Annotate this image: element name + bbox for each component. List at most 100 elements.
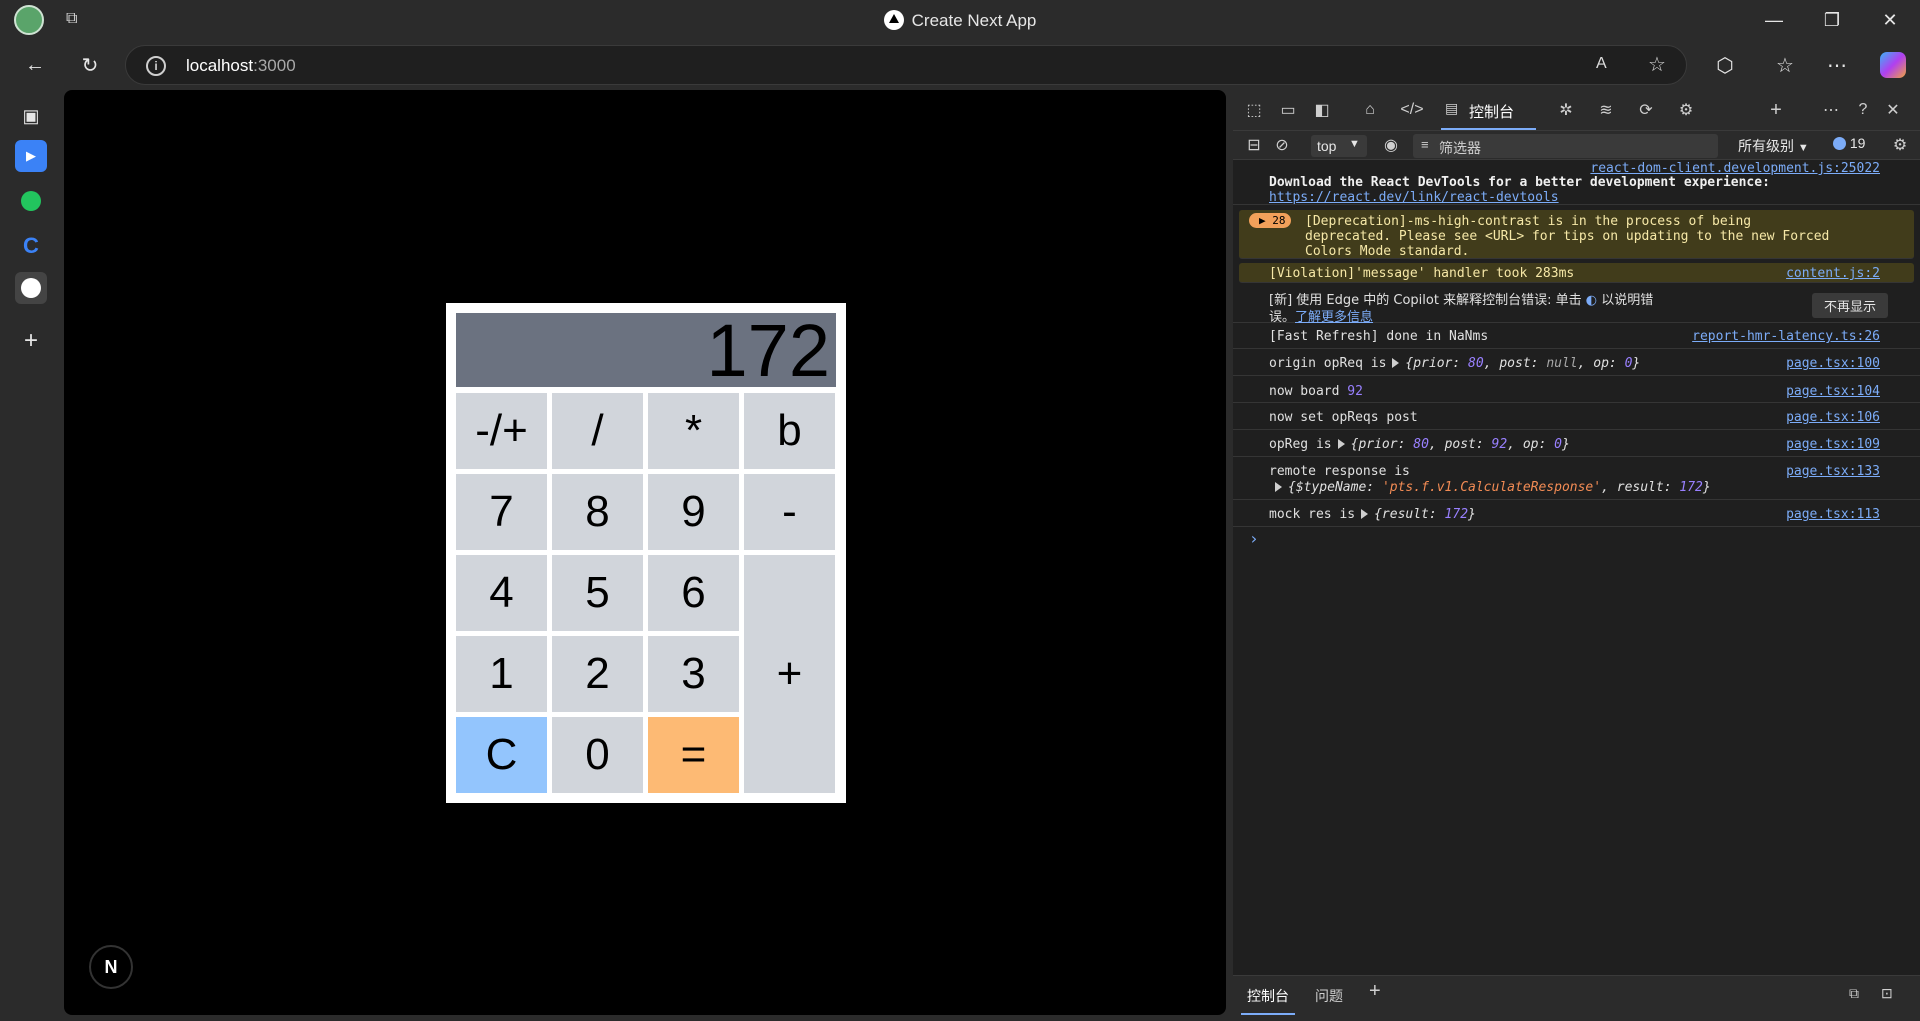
- source-link[interactable]: page.tsx:109: [1786, 437, 1880, 452]
- key-1[interactable]: 1: [456, 636, 547, 712]
- address-bar[interactable]: i localhost:3000 A ☆: [125, 45, 1687, 85]
- sidebar-app-video-icon[interactable]: ▶: [15, 140, 47, 172]
- extensions-icon[interactable]: ⬡: [1710, 50, 1740, 80]
- performance-icon[interactable]: ⟳: [1633, 98, 1659, 122]
- chevron-down-icon: ▼: [1797, 142, 1809, 154]
- tab-actions-icon[interactable]: ▣: [15, 100, 47, 132]
- message-object: {$typeName: 'pts.f.v1.CalculateResponse'…: [1275, 480, 1711, 495]
- prompt-chevron-icon: ›: [1249, 529, 1259, 548]
- console-log: react-dom-client.development.js:25022 Do…: [1233, 161, 1920, 971]
- inspect-element-icon[interactable]: ⬚: [1241, 98, 1267, 122]
- drawer-tab-issues[interactable]: 问题: [1315, 986, 1343, 1006]
- expand-triangle-icon[interactable]: [1337, 439, 1345, 449]
- context-select[interactable]: top ▼: [1311, 135, 1367, 157]
- close-devtools-icon[interactable]: ✕: [1880, 98, 1906, 122]
- key-multiply[interactable]: *: [648, 393, 739, 469]
- source-link[interactable]: content.js:2: [1786, 266, 1880, 281]
- source-link[interactable]: page.tsx:100: [1786, 356, 1880, 371]
- react-devtools-link[interactable]: https://react.dev/link/react-devtools: [1269, 190, 1559, 205]
- key-backspace[interactable]: b: [744, 393, 835, 469]
- message-text: origin opReq is {prior: 80, post: null, o…: [1269, 356, 1641, 371]
- key-clear[interactable]: C: [456, 717, 547, 793]
- sidebar-add-icon[interactable]: +: [15, 325, 47, 357]
- filter-input[interactable]: ≡ 筛选器: [1413, 134, 1718, 158]
- nextjs-dev-badge[interactable]: N: [89, 945, 133, 989]
- dock-side-icon[interactable]: ◧: [1309, 98, 1335, 122]
- source-link[interactable]: page.tsx:104: [1786, 384, 1880, 399]
- quick-view-icon[interactable]: ⧉: [1849, 985, 1859, 1002]
- message-text: now set opReqs post: [1269, 410, 1418, 425]
- log-levels-select[interactable]: 所有级别 ▼: [1738, 136, 1809, 156]
- close-window-button[interactable]: ✕: [1862, 0, 1918, 40]
- console-prompt[interactable]: ›: [1249, 529, 1909, 549]
- favorites-icon[interactable]: ☆: [1770, 50, 1800, 80]
- issues-counter[interactable]: 19: [1833, 135, 1865, 151]
- more-menu-icon[interactable]: ⋯: [1822, 50, 1852, 80]
- key-plus[interactable]: +: [744, 555, 835, 793]
- more-tools-icon[interactable]: ⋯: [1818, 98, 1844, 122]
- source-link[interactable]: react-dom-client.development.js:25022: [1590, 161, 1880, 176]
- key-divide[interactable]: /: [552, 393, 643, 469]
- console-warning: ▶ 28 [Deprecation]-ms-high-contrast is i…: [1239, 210, 1914, 259]
- help-icon[interactable]: ?: [1850, 98, 1876, 122]
- console-message: remote response is {$typeName: 'pts.f.v1…: [1233, 460, 1920, 500]
- warning-text-1: [Deprecation]-ms-high-contrast is in the…: [1305, 214, 1752, 229]
- sidebar-app-nextjs-icon[interactable]: [15, 272, 47, 304]
- back-icon[interactable]: ←: [20, 50, 50, 80]
- network-wifi-icon[interactable]: ≋: [1593, 98, 1619, 122]
- key-6[interactable]: 6: [648, 555, 739, 631]
- drawer-tab-console[interactable]: 控制台: [1241, 976, 1295, 1015]
- url-text[interactable]: localhost:3000: [186, 56, 296, 76]
- key-3[interactable]: 3: [648, 636, 739, 712]
- site-info-icon[interactable]: i: [146, 56, 166, 76]
- drawer-add-tab-icon[interactable]: +: [1369, 980, 1381, 1003]
- source-link[interactable]: page.tsx:106: [1786, 410, 1880, 425]
- message-text: mock res is {result: 172}: [1269, 507, 1476, 522]
- learn-more-link[interactable]: 了解更多信息: [1295, 310, 1373, 325]
- welcome-home-icon[interactable]: ⌂: [1357, 98, 1383, 122]
- favorite-star-icon[interactable]: ☆: [1648, 52, 1666, 77]
- key-equals[interactable]: =: [648, 717, 739, 793]
- device-emulation-icon[interactable]: ▭: [1275, 98, 1301, 122]
- restore-button[interactable]: ❐: [1804, 0, 1860, 40]
- chevron-down-icon: ▼: [1349, 138, 1360, 150]
- source-link[interactable]: report-hmr-latency.ts:26: [1692, 329, 1880, 344]
- clear-console-icon[interactable]: ⊘: [1269, 133, 1295, 157]
- key-7[interactable]: 7: [456, 474, 547, 550]
- copilot-icon[interactable]: [1880, 52, 1906, 78]
- settings-gear-chip-icon[interactable]: ⚙: [1673, 98, 1699, 122]
- minimize-button[interactable]: —: [1746, 0, 1802, 40]
- sidebar-toggle-icon[interactable]: ⊟: [1241, 133, 1267, 157]
- key-5[interactable]: 5: [552, 555, 643, 631]
- key-4[interactable]: 4: [456, 555, 547, 631]
- sidebar-app-green-icon[interactable]: [15, 185, 47, 217]
- live-expression-eye-icon[interactable]: ◉: [1378, 133, 1404, 157]
- add-tab-icon[interactable]: +: [1763, 98, 1789, 122]
- copilot-small-icon: ◐: [1585, 293, 1598, 308]
- tab-console[interactable]: ▤ 控制台: [1441, 90, 1536, 130]
- key-9[interactable]: 9: [648, 474, 739, 550]
- console-message: [Fast Refresh] done in NaNms report-hmr-…: [1233, 325, 1920, 349]
- key-0[interactable]: 0: [552, 717, 643, 793]
- source-link[interactable]: page.tsx:113: [1786, 507, 1880, 522]
- console-message: opReg is {prior: 80, post: 92, op: 0} pag…: [1233, 433, 1920, 457]
- key-8[interactable]: 8: [552, 474, 643, 550]
- undock-drawer-icon[interactable]: ⊡: [1881, 985, 1893, 1002]
- key-negate[interactable]: -/+: [456, 393, 547, 469]
- page-viewport: 172 -/+ / * b 7 8 9 - 4 5 6 + 1 2 3 C 0 …: [64, 90, 1226, 1015]
- sidebar-app-c-icon[interactable]: C: [15, 230, 47, 262]
- key-minus[interactable]: -: [744, 474, 835, 550]
- expand-triangle-icon[interactable]: [1275, 482, 1282, 492]
- sources-bug-icon[interactable]: ✲: [1553, 98, 1579, 122]
- refresh-icon[interactable]: ↻: [75, 50, 105, 80]
- console-settings-gear-icon[interactable]: ⚙: [1887, 133, 1913, 157]
- browser-sidebar: ▣ ▶ C +: [0, 90, 62, 1021]
- elements-tab-icon[interactable]: </>: [1399, 98, 1425, 122]
- message-text: [Fast Refresh] done in NaNms: [1269, 329, 1489, 344]
- read-aloud-icon[interactable]: A: [1596, 55, 1607, 73]
- key-2[interactable]: 2: [552, 636, 643, 712]
- source-link[interactable]: page.tsx:133: [1786, 464, 1880, 479]
- expand-triangle-icon[interactable]: [1361, 509, 1369, 519]
- expand-triangle-icon[interactable]: [1392, 358, 1400, 368]
- dont-show-again-button[interactable]: 不再显示: [1811, 293, 1888, 318]
